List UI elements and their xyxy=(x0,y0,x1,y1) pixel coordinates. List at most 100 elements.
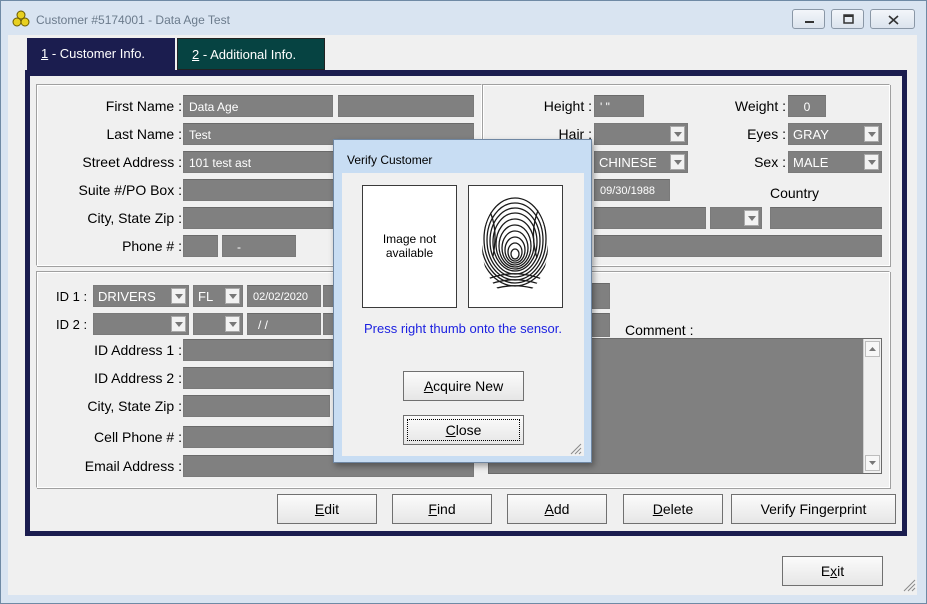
chevron-down-icon[interactable] xyxy=(171,288,186,304)
weight-label: Weight : xyxy=(734,98,786,114)
first-name-label: First Name : xyxy=(105,98,182,114)
close-window-button[interactable] xyxy=(870,9,915,29)
race-value: CHINESE xyxy=(599,155,657,170)
verify-fingerprint-prefix: Verify Fin xyxy=(760,501,819,517)
id1-state-dropdown[interactable]: FL xyxy=(193,285,243,307)
chevron-down-icon[interactable] xyxy=(864,126,879,142)
exit-button-prefix: E xyxy=(820,563,831,579)
add-button[interactable]: Add xyxy=(507,494,607,524)
comment-label: Comment : xyxy=(625,322,694,338)
maximize-button[interactable] xyxy=(831,9,864,29)
chevron-down-icon[interactable] xyxy=(225,288,240,304)
id1-type-value: DRIVERS xyxy=(98,289,156,304)
edit-button[interactable]: Edit xyxy=(277,494,377,524)
acquire-new-key: A xyxy=(423,378,434,394)
phone-area-code-field[interactable] xyxy=(183,235,218,257)
chevron-down-icon[interactable] xyxy=(744,210,759,226)
state-dropdown[interactable] xyxy=(710,207,762,229)
minimize-button[interactable] xyxy=(792,9,825,29)
id2-state-dropdown[interactable] xyxy=(193,313,243,335)
date-of-birth-field[interactable]: 09/30/1988 xyxy=(594,179,670,201)
phone-number-field[interactable]: - xyxy=(222,235,296,257)
add-button-label: dd xyxy=(553,501,570,517)
id1-state-value: FL xyxy=(198,289,214,304)
state-field[interactable] xyxy=(594,207,706,229)
cell-phone-field[interactable] xyxy=(183,426,343,448)
find-button[interactable]: Find xyxy=(392,494,492,524)
tab-additional-info[interactable]: 2 - Additional Info. xyxy=(177,38,325,70)
find-button-key: F xyxy=(428,501,437,517)
comment-scrollbar[interactable] xyxy=(863,339,881,473)
close-dialog-button[interactable]: Close xyxy=(403,415,524,445)
id-address1-label: ID Address 1 : xyxy=(94,342,182,358)
hair-dropdown[interactable] xyxy=(594,123,688,145)
city-state-zip-label: City, State Zip : xyxy=(87,210,182,226)
chevron-down-icon[interactable] xyxy=(171,316,186,332)
race-dropdown[interactable]: CHINESE xyxy=(594,151,688,173)
resize-grip-icon[interactable] xyxy=(900,576,916,592)
thumb-prompt-text: Press right thumb onto the sensor. xyxy=(364,321,562,336)
delete-button-label: elete xyxy=(662,501,694,517)
acquire-new-label: cquire New xyxy=(433,378,504,394)
acquire-new-button[interactable]: Acquire New xyxy=(403,371,524,401)
edit-button-label: dit xyxy=(324,501,340,517)
id2-extra-field[interactable] xyxy=(592,313,610,337)
weight-field[interactable]: 0 xyxy=(788,95,826,117)
email-address-label: Email Address : xyxy=(84,458,182,474)
id1-expiration-field[interactable]: 02/02/2020 xyxy=(247,285,321,307)
fingerprint-icon xyxy=(482,196,548,295)
zip-field[interactable] xyxy=(594,235,882,257)
scroll-up-icon[interactable] xyxy=(865,341,880,357)
id-address2-label: ID Address 2 : xyxy=(94,370,182,386)
sex-dropdown[interactable]: MALE xyxy=(788,151,882,173)
focus-rectangle xyxy=(407,419,520,441)
id2-expiration-field[interactable]: / / xyxy=(247,313,321,335)
country-field[interactable] xyxy=(770,207,882,229)
dialog-title: Verify Customer xyxy=(347,153,433,167)
id-city-state-zip-label: City, State Zip : xyxy=(87,398,182,414)
delete-button-key: D xyxy=(652,501,663,517)
verify-customer-dialog[interactable]: Verify Customer Image not available Pres… xyxy=(333,139,592,463)
middle-name-field[interactable] xyxy=(338,95,474,117)
id-address1-field[interactable] xyxy=(183,339,343,361)
customer-photo-box: Image not available xyxy=(362,185,457,308)
id-city-field[interactable] xyxy=(183,395,330,417)
tab-additional-info-label: - Additional Info. xyxy=(199,47,297,62)
scroll-down-icon[interactable] xyxy=(865,455,880,471)
exit-button-suffix: it xyxy=(837,563,845,579)
city-field[interactable] xyxy=(183,207,333,229)
verify-fingerprint-button[interactable]: Verify Fingerprint xyxy=(731,494,896,524)
first-name-field[interactable]: Data Age xyxy=(183,95,333,117)
edit-button-key: E xyxy=(314,501,325,517)
id1-extra-field[interactable] xyxy=(592,283,610,309)
window-title: Customer #5174001 - Data Age Test xyxy=(36,13,230,27)
id2-label: ID 2 : xyxy=(56,317,88,332)
suite-po-box-label: Suite #/PO Box : xyxy=(78,182,183,198)
height-field[interactable]: ' " xyxy=(594,95,644,117)
delete-button[interactable]: Delete xyxy=(623,494,723,524)
verify-fingerprint-key: g xyxy=(818,501,827,517)
eyes-label: Eyes : xyxy=(747,126,786,142)
chevron-down-icon[interactable] xyxy=(670,126,685,142)
dialog-resize-grip-icon[interactable] xyxy=(568,441,582,455)
country-label: Country xyxy=(770,185,820,201)
id-address2-field[interactable] xyxy=(183,367,343,389)
chevron-down-icon[interactable] xyxy=(670,154,685,170)
id1-label: ID 1 : xyxy=(56,289,88,304)
cell-phone-label: Cell Phone # : xyxy=(94,429,182,445)
street-address-label: Street Address : xyxy=(82,154,182,170)
id1-type-dropdown[interactable]: DRIVERS xyxy=(93,285,189,307)
title-bar[interactable]: Customer #5174001 - Data Age Test xyxy=(0,0,925,34)
sex-value: MALE xyxy=(793,155,829,170)
find-button-label: ind xyxy=(436,501,456,517)
app-logo-icon xyxy=(12,10,30,28)
exit-button[interactable]: Exit xyxy=(782,556,883,586)
sex-label: Sex : xyxy=(754,154,786,170)
verify-fingerprint-suffix: erprint xyxy=(826,501,867,517)
add-button-key: A xyxy=(544,501,554,517)
chevron-down-icon[interactable] xyxy=(864,154,879,170)
chevron-down-icon[interactable] xyxy=(225,316,240,332)
tab-customer-info[interactable]: 1 - Customer Info. xyxy=(27,38,175,72)
id2-type-dropdown[interactable] xyxy=(93,313,189,335)
eyes-dropdown[interactable]: GRAY xyxy=(788,123,882,145)
